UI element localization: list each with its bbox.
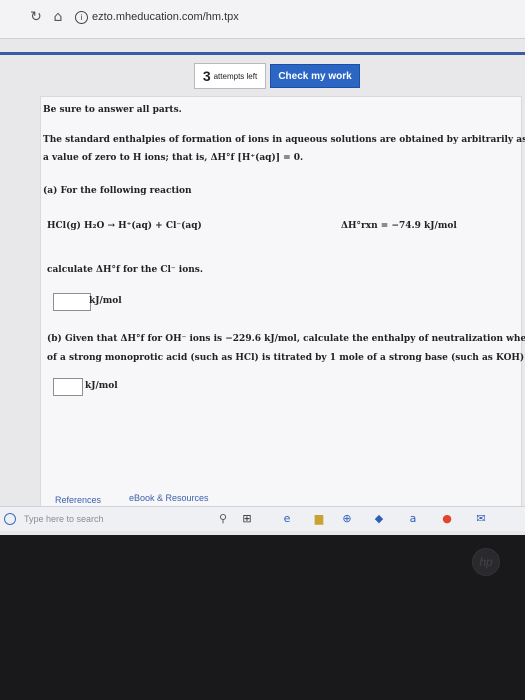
intro-line-1: The standard enthalpies of formation of … — [43, 135, 525, 145]
attempts-label: attempts left — [213, 71, 258, 81]
unit-b-label: kJ/mol — [85, 381, 118, 391]
address-bar[interactable]: ezto.mheducation.com/hm.tpx — [92, 11, 239, 23]
laptop-bezel — [0, 535, 525, 700]
delta-h-rxn: ΔH°rxn = −74.9 kJ/mol — [341, 221, 457, 231]
part-a-heading: (a) For the following reaction — [43, 186, 192, 196]
check-my-work-button[interactable]: Check my work — [270, 64, 360, 88]
store-icon[interactable]: ⊕ — [340, 512, 354, 526]
intro-line-2: a value of zero to H ions; that is, ΔH°f… — [43, 153, 304, 163]
microphone-icon[interactable]: ⚲ — [216, 512, 230, 526]
browser-toolbar: ↻ ⌂ i ezto.mheducation.com/hm.tpx — [0, 0, 525, 39]
dropbox-icon[interactable]: ◆ — [372, 512, 386, 526]
unit-a-label: kJ/mol — [89, 296, 122, 306]
part-a-prompt: calculate ΔH°f for the Cl⁻ ions. — [47, 265, 203, 275]
screen: ↻ ⌂ i ezto.mheducation.com/hm.tpx 3 atte… — [0, 0, 525, 535]
chrome-icon[interactable]: ● — [440, 512, 454, 526]
reaction-equation: HCl(g) H₂O → H⁺(aq) + Cl⁻(aq) — [47, 221, 202, 231]
ebook-resources-link[interactable]: eBook & Resources — [129, 493, 209, 503]
refresh-icon[interactable]: ↻ — [28, 9, 44, 25]
part-b-line-2: of a strong monoprotic acid (such as HCl… — [47, 353, 525, 363]
header-strip — [0, 52, 525, 55]
home-icon[interactable]: ⌂ — [50, 9, 66, 25]
hp-logo-icon: hp — [472, 548, 500, 576]
answer-a-input[interactable] — [53, 293, 91, 311]
task-view-icon[interactable]: ⊞ — [240, 512, 254, 526]
part-b-line-1: (b) Given that ΔH°f for OH⁻ ions is −229… — [47, 334, 525, 344]
file-explorer-icon[interactable]: ▆ — [312, 512, 326, 526]
attempts-indicator: 3 attempts left — [194, 63, 266, 89]
instruction-text: Be sure to answer all parts. — [43, 105, 182, 115]
app-icon[interactable]: a — [406, 512, 420, 526]
mail-icon[interactable]: ✉ — [474, 512, 488, 526]
question-panel: Be sure to answer all parts. The standar… — [40, 96, 525, 508]
info-icon[interactable]: i — [75, 11, 88, 24]
attempts-count: 3 — [202, 68, 211, 84]
answer-b-input[interactable] — [53, 378, 83, 396]
cortana-icon[interactable] — [4, 513, 16, 525]
edge-icon[interactable]: e — [280, 512, 294, 526]
taskbar-search-input[interactable]: Type here to search — [24, 514, 104, 524]
windows-taskbar: Type here to search ⚲ ⊞ e ▆ ⊕ ◆ a ● ✉ — [0, 506, 525, 531]
references-link[interactable]: References — [55, 495, 101, 505]
